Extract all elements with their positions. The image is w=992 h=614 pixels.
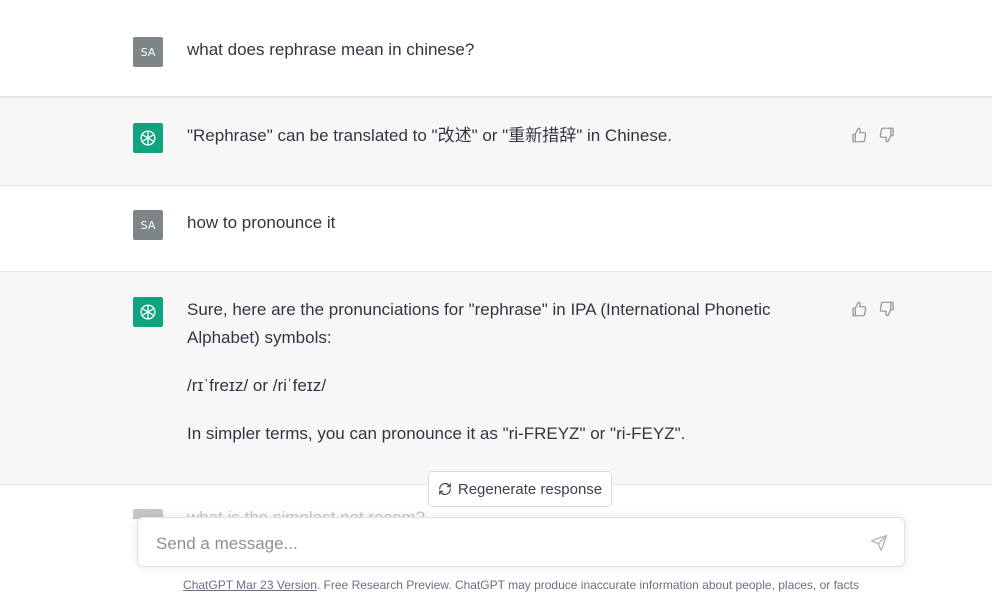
- assistant-avatar: [133, 123, 163, 153]
- regenerate-response-button[interactable]: Regenerate response: [428, 471, 612, 507]
- thumbs-up-icon[interactable]: [850, 300, 868, 318]
- version-link[interactable]: ChatGPT Mar 23 Version: [183, 578, 317, 592]
- disclaimer-text: . Free Research Preview. ChatGPT may pro…: [316, 578, 859, 592]
- message-composer: [137, 517, 905, 567]
- message-text: Sure, here are the pronunciations for "r…: [187, 296, 807, 448]
- message-paragraph: /rɪˈfreɪz/ or /riˈfeɪz/: [187, 376, 327, 395]
- feedback-controls: [850, 300, 896, 318]
- message-paragraph: Sure, here are the pronunciations for "r…: [187, 300, 771, 347]
- assistant-message: Sure, here are the pronunciations for "r…: [0, 271, 992, 485]
- assistant-avatar: [133, 297, 163, 327]
- openai-logo-icon: [140, 130, 156, 146]
- feedback-controls: [850, 126, 896, 144]
- thumbs-up-icon[interactable]: [850, 126, 868, 144]
- regenerate-label: Regenerate response: [457, 480, 603, 498]
- user-avatar: SA: [133, 210, 163, 240]
- openai-logo-icon: [140, 304, 156, 320]
- thumbs-down-icon[interactable]: [878, 126, 896, 144]
- message-text: "Rephrase" can be translated to "改述" or …: [187, 122, 807, 150]
- message-text: what does rephrase mean in chinese?: [187, 36, 807, 64]
- send-button[interactable]: [870, 534, 888, 552]
- message-paragraph: In simpler terms, you can pronounce it a…: [187, 424, 686, 443]
- send-icon: [870, 534, 888, 552]
- user-message: SA what does rephrase mean in chinese?: [0, 0, 992, 97]
- message-paragraph: what does rephrase mean in chinese?: [187, 40, 475, 59]
- assistant-message: "Rephrase" can be translated to "改述" or …: [0, 97, 992, 186]
- message-paragraph: how to pronounce it: [187, 213, 336, 232]
- message-text: how to pronounce it: [187, 209, 807, 237]
- message-paragraph: "Rephrase" can be translated to "改述" or …: [187, 126, 673, 145]
- user-message: SA how to pronounce it: [0, 186, 992, 273]
- user-avatar-initials: SA: [140, 45, 156, 59]
- thumbs-down-icon[interactable]: [878, 300, 896, 318]
- message-input[interactable]: [154, 531, 848, 557]
- user-avatar: SA: [133, 37, 163, 67]
- refresh-icon: [439, 483, 451, 495]
- footer-disclaimer: ChatGPT Mar 23 Version. Free Research Pr…: [0, 578, 992, 592]
- user-avatar-initials: SA: [140, 218, 156, 232]
